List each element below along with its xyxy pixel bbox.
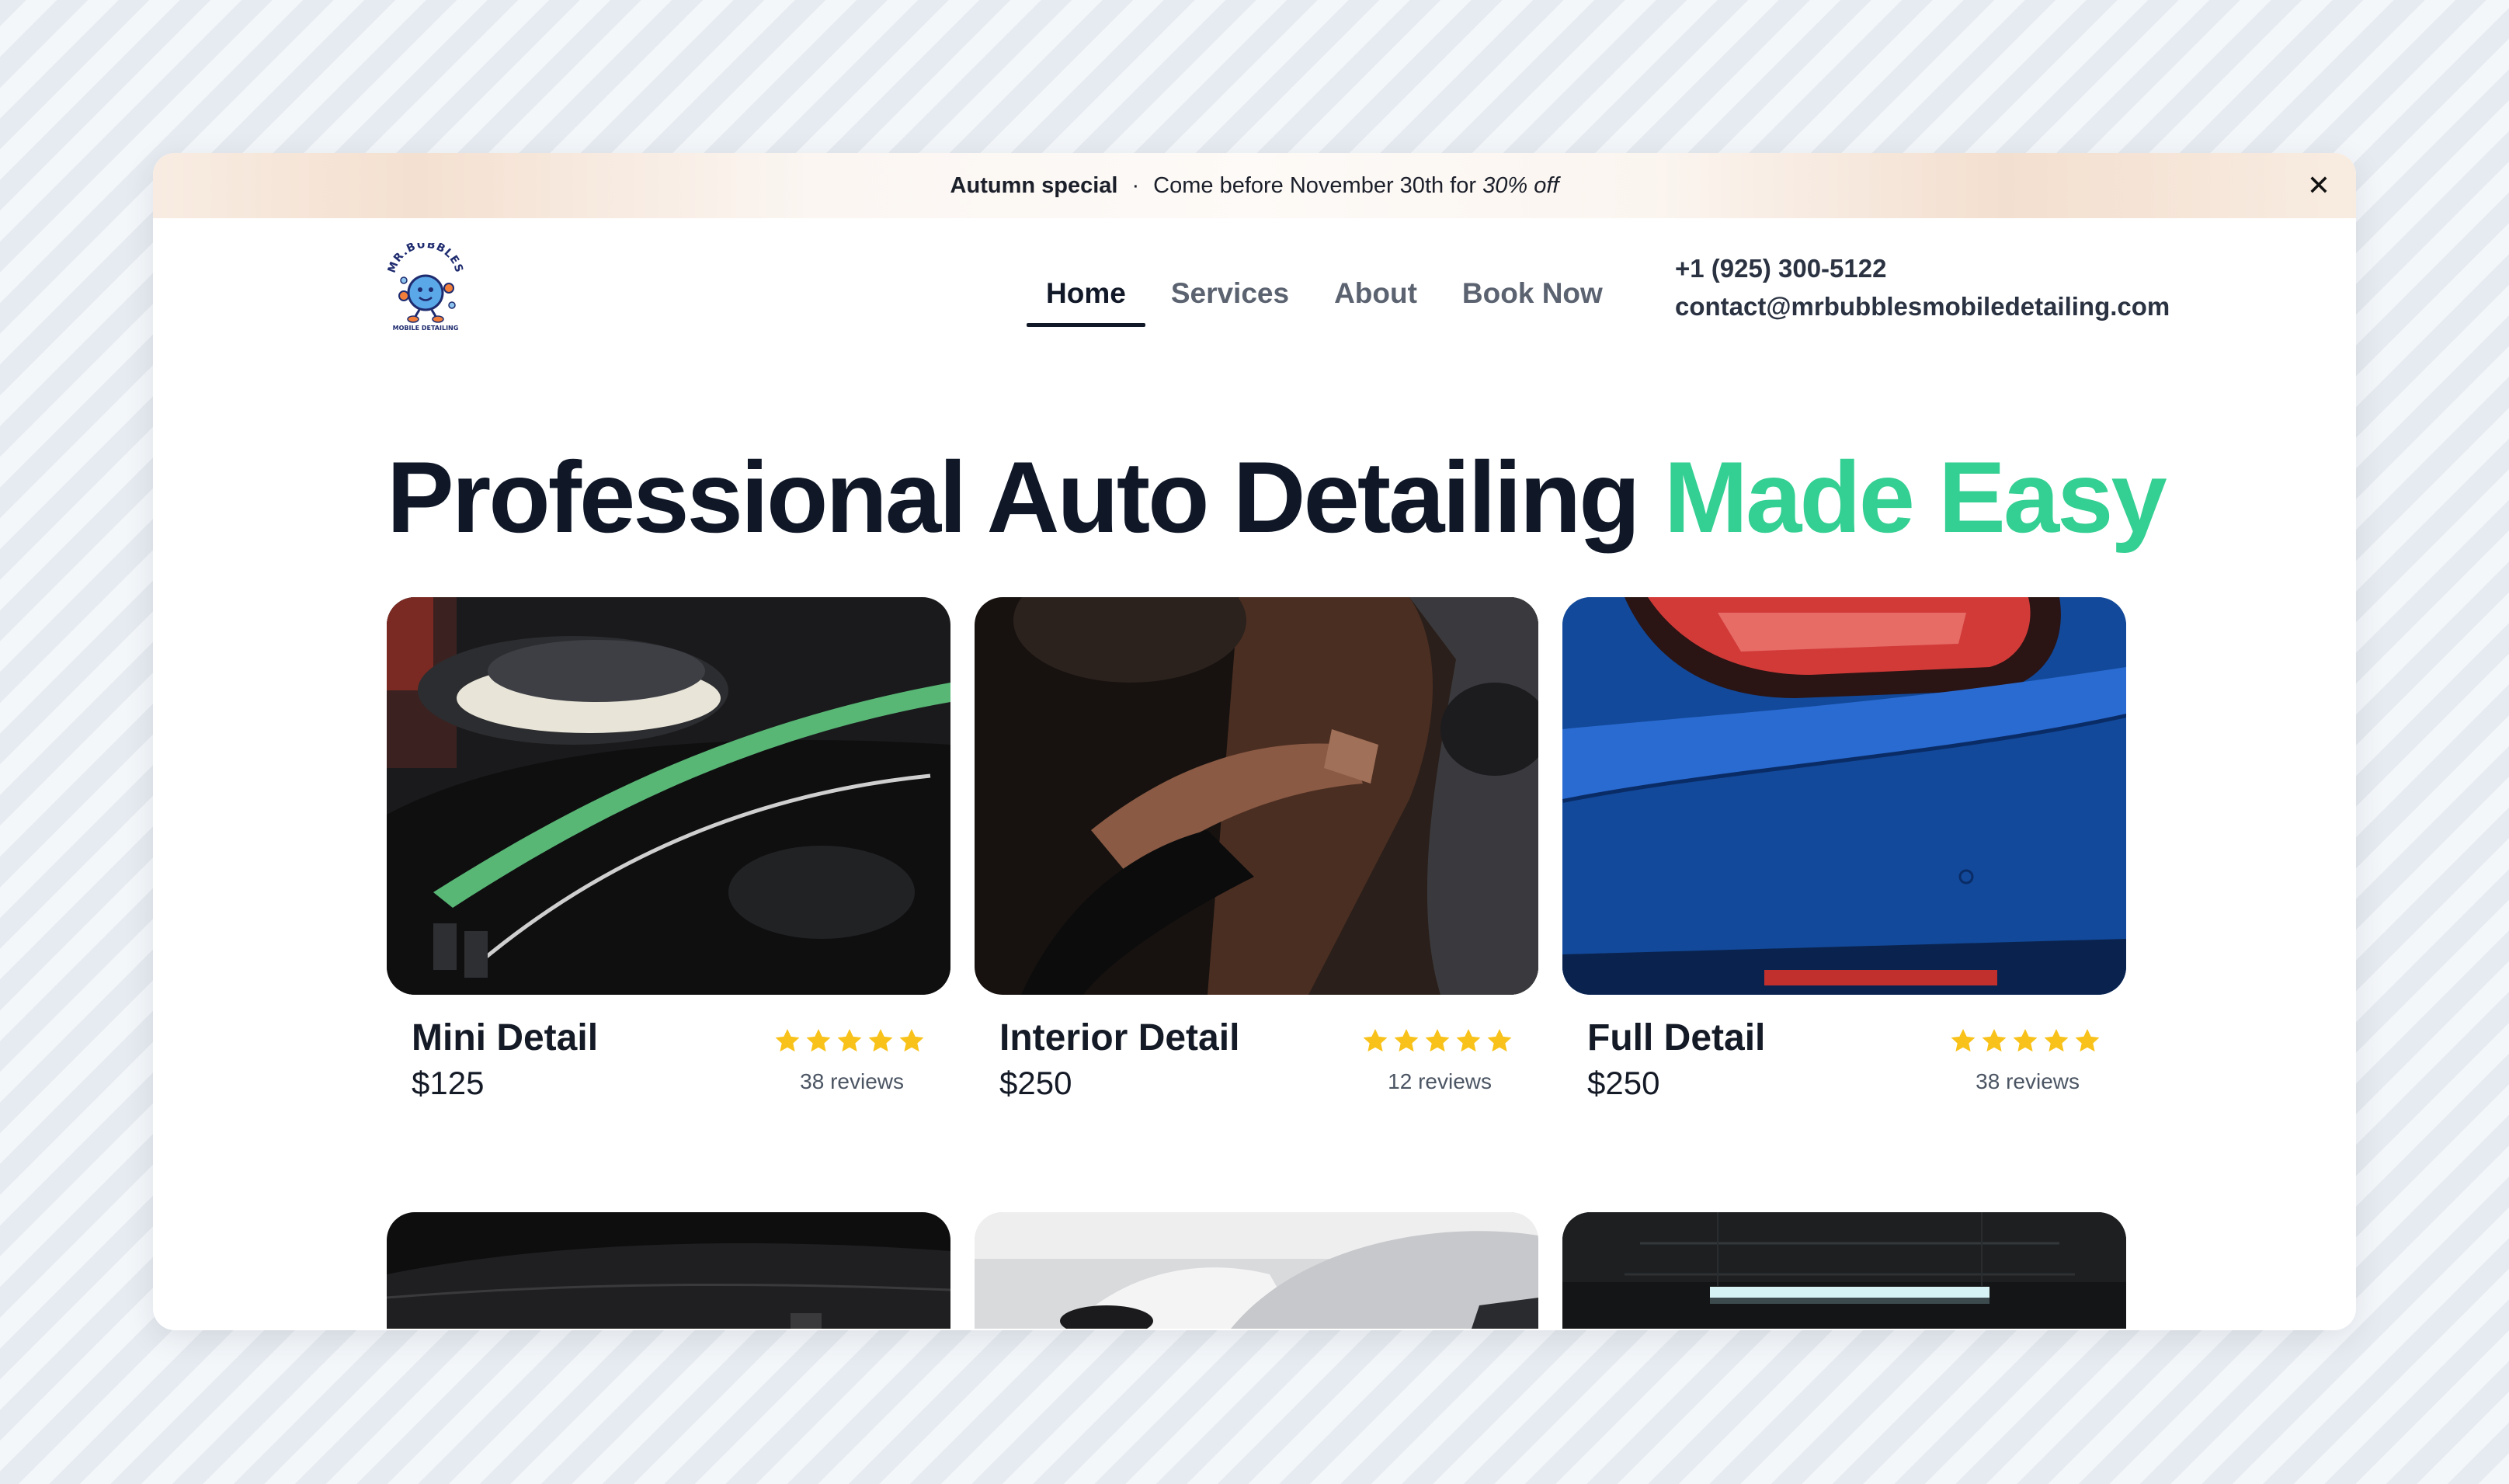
service-price: $250 — [999, 1065, 1072, 1101]
svg-text:MR.BUBBLES: MR.BUBBLES — [386, 243, 466, 275]
svg-text:MOBILE DETAILING: MOBILE DETAILING — [393, 325, 459, 332]
review-count[interactable]: 38 reviews — [1976, 1069, 2080, 1094]
promo-banner: Autumn special · Come before November 30… — [153, 153, 2356, 218]
email-link[interactable]: contact@mrbubblesmobiledetailing.com — [1675, 287, 2170, 325]
service-title: Full Detail — [1587, 1017, 1766, 1058]
service-card-mini-detail[interactable]: Mini Detail $125 38 reviews — [387, 597, 950, 1101]
star-icon — [899, 1029, 924, 1052]
main-nav: Home Services About Book Now — [1027, 277, 1628, 327]
service-card-row2-2[interactable] — [975, 1212, 1538, 1329]
service-image-blue-car[interactable] — [1562, 597, 2126, 995]
star-icon — [1487, 1029, 1512, 1052]
star-rating — [1361, 1027, 1513, 1055]
browser-window: Autumn special · Come before November 30… — [153, 153, 2356, 1330]
service-price: $125 — [412, 1065, 485, 1101]
review-count[interactable]: 38 reviews — [800, 1069, 904, 1094]
star-icon — [837, 1029, 862, 1052]
service-card-interior-detail[interactable]: Interior Detail $250 12 reviews — [975, 597, 1538, 1101]
service-title: Mini Detail — [412, 1017, 599, 1058]
star-rating — [773, 1027, 926, 1055]
phone-link[interactable]: +1 (925) 300-5122 — [1675, 249, 2170, 287]
nav-item-book-now[interactable]: Book Now — [1443, 277, 1622, 327]
nav-item-services[interactable]: Services — [1152, 277, 1308, 327]
service-card-full-detail[interactable]: Full Detail $250 38 reviews — [1562, 597, 2126, 1101]
service-card-row2-1[interactable] — [387, 1212, 950, 1329]
service-image-garage-light[interactable] — [1562, 1212, 2126, 1329]
star-icon — [1363, 1029, 1388, 1052]
service-image-interior[interactable] — [975, 597, 1538, 995]
promo-text: Come before November 30th for — [1153, 172, 1477, 198]
service-price: $250 — [1587, 1065, 1660, 1101]
close-icon[interactable]: ✕ — [2302, 169, 2336, 203]
star-icon — [1951, 1029, 1976, 1052]
star-icon — [2075, 1029, 2100, 1052]
star-icon — [1982, 1029, 2007, 1052]
star-icon — [1425, 1029, 1450, 1052]
star-icon — [1394, 1029, 1419, 1052]
service-image-polisher[interactable] — [387, 597, 950, 995]
star-icon — [1456, 1029, 1481, 1052]
nav-item-home[interactable]: Home — [1027, 277, 1145, 327]
hero-title: Professional Auto Detailing Made Easy — [387, 439, 2328, 555]
hero-title-main: Professional Auto Detailing — [387, 440, 1641, 554]
promo-discount: 30% off — [1482, 172, 1559, 198]
star-icon — [2044, 1029, 2069, 1052]
service-image-white-car[interactable] — [975, 1212, 1538, 1329]
review-count[interactable]: 12 reviews — [1388, 1069, 1492, 1094]
brand-logo[interactable]: MR.BUBBLES MOBILE DETAILING — [381, 238, 471, 333]
hero-title-accent: Made Easy — [1663, 440, 2167, 554]
promo-separator: · — [1131, 172, 1140, 198]
star-icon — [775, 1029, 800, 1052]
service-card-row2-3[interactable] — [1562, 1212, 2126, 1329]
contact-info: +1 (925) 300-5122 contact@mrbubblesmobil… — [1675, 249, 2170, 325]
bubble-mascot-icon: MR.BUBBLES MOBILE DETAILING — [386, 238, 466, 332]
service-title: Interior Detail — [999, 1017, 1240, 1058]
star-icon — [868, 1029, 893, 1052]
nav-item-about[interactable]: About — [1315, 277, 1437, 327]
star-icon — [2013, 1029, 2038, 1052]
star-rating — [1949, 1027, 2101, 1055]
star-icon — [806, 1029, 831, 1052]
promo-highlight: Autumn special — [950, 172, 1118, 198]
service-image-dark-hood[interactable] — [387, 1212, 950, 1329]
